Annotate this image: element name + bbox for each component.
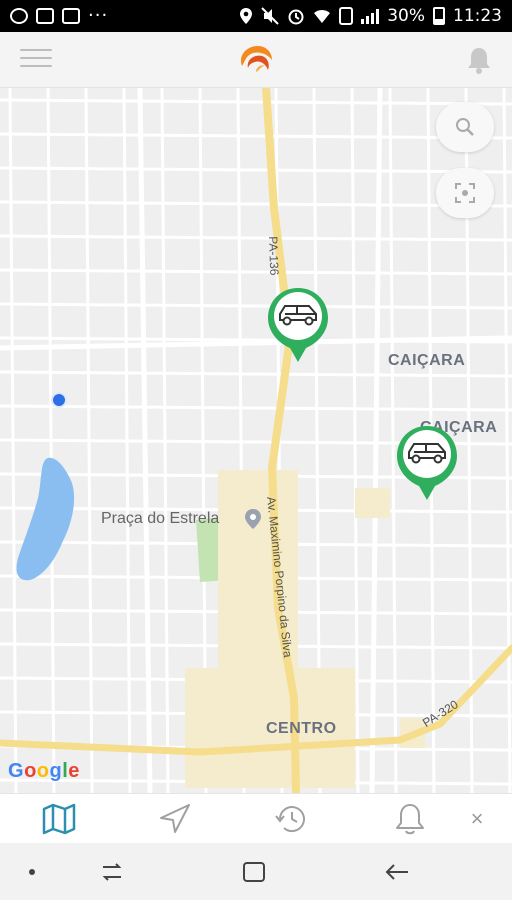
battery-icon xyxy=(433,7,445,25)
street xyxy=(0,234,512,242)
bottom-tab-bar: × xyxy=(0,793,512,843)
street xyxy=(369,88,383,793)
battery-percent: 30% xyxy=(387,6,425,26)
street xyxy=(0,132,512,140)
nfc-icon xyxy=(339,7,354,25)
street xyxy=(0,370,512,378)
clock-time: 11:23 xyxy=(453,6,502,26)
status-bar-right: 30% 11:23 xyxy=(239,6,502,26)
nav-dot-icon[interactable] xyxy=(12,855,52,889)
back-arrow-icon[interactable] xyxy=(377,855,417,889)
google-attribution[interactable]: Google xyxy=(8,760,80,783)
street xyxy=(0,98,512,106)
tab-navigate[interactable] xyxy=(155,800,195,838)
zoom-icon xyxy=(456,118,474,136)
alarm-icon xyxy=(288,9,304,25)
street xyxy=(0,268,512,276)
vehicle-marker[interactable] xyxy=(266,286,330,364)
close-icon[interactable]: × xyxy=(462,804,492,834)
app-logo xyxy=(240,46,272,72)
app-header xyxy=(0,32,512,88)
status-bar: ··· 30% 11:23 xyxy=(0,0,512,32)
signal-icon xyxy=(361,8,380,24)
tab-map[interactable] xyxy=(39,800,79,838)
street xyxy=(0,302,512,310)
gallery-icon xyxy=(36,8,54,24)
street xyxy=(502,88,512,793)
road-label-pa136: PA-136 xyxy=(266,236,282,276)
fit-bounds-button[interactable] xyxy=(436,168,494,218)
whatsapp-icon xyxy=(10,8,28,24)
bell-icon[interactable] xyxy=(464,45,494,75)
history-clock-icon xyxy=(275,806,305,833)
android-navigation-bar xyxy=(0,843,512,900)
tab-history[interactable] xyxy=(272,800,312,838)
mute-icon xyxy=(261,7,279,25)
map-view[interactable]: PA-136 Av. Maximino Porpino da Silva PA-… xyxy=(0,88,512,793)
bell-icon xyxy=(396,804,424,835)
street xyxy=(0,200,512,208)
navigation-arrow-icon xyxy=(160,804,190,833)
home-button-icon[interactable] xyxy=(234,855,274,889)
wifi-icon xyxy=(314,10,331,23)
more-notifications: ··· xyxy=(88,5,109,26)
district-label-caicara: CAIÇARA xyxy=(388,352,466,369)
poi-pin-icon[interactable] xyxy=(243,508,263,530)
map-icon xyxy=(42,803,76,835)
hamburger-menu-icon[interactable] xyxy=(20,49,52,71)
tab-alerts[interactable] xyxy=(390,800,430,838)
recent-apps-icon[interactable] xyxy=(92,855,132,889)
district-label-centro: CENTRO xyxy=(266,720,337,737)
vehicle-marker[interactable] xyxy=(395,424,459,502)
poi-label[interactable]: Praça do Estrela xyxy=(101,510,219,528)
zoom-button[interactable] xyxy=(436,102,494,152)
user-location-dot xyxy=(51,392,67,408)
fit-bounds-icon xyxy=(455,183,475,203)
lake xyxy=(16,457,75,581)
status-bar-left: ··· xyxy=(10,7,108,25)
street xyxy=(0,166,512,174)
cast-icon xyxy=(62,8,80,24)
location-icon xyxy=(240,8,253,24)
street xyxy=(0,404,512,412)
